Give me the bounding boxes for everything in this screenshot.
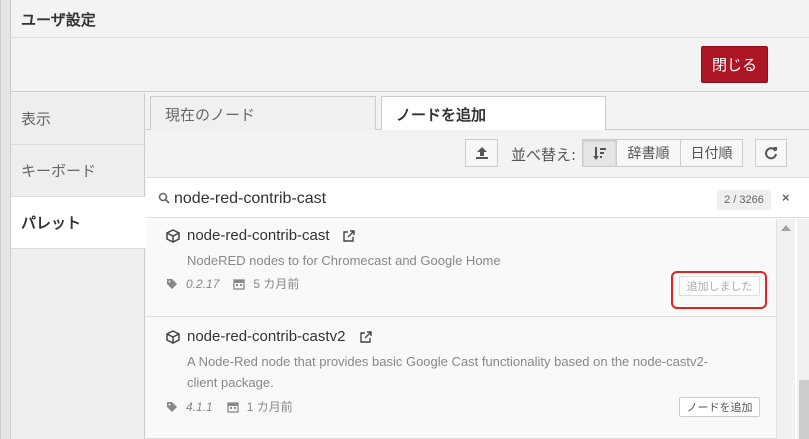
sidebar-item-view[interactable]: 表示 (11, 93, 145, 145)
package-icon (166, 229, 180, 243)
scroll-up-arrow-icon[interactable] (781, 225, 791, 231)
sidebar-item-label: パレット (21, 214, 82, 232)
list-item: node-red-contrib-cast NodeRED nodes to f… (146, 219, 776, 317)
sidebar-item-keyboard[interactable]: キーボード (11, 145, 145, 197)
close-button[interactable]: 閉じる (701, 46, 768, 83)
sort-label: 並べ替え: (511, 146, 577, 164)
results-scrollbar[interactable] (776, 219, 795, 439)
dialog-titlebar: ユーザ設定 (11, 0, 809, 38)
external-link-icon[interactable] (343, 230, 355, 242)
search-result-count: 2 / 3266 (717, 190, 771, 210)
node-description-cont: client package. (187, 375, 274, 390)
node-description: NodeRED nodes to for Chromecast and Goog… (187, 253, 501, 268)
upload-icon (475, 147, 488, 159)
tab-label: ノードを追加 (396, 105, 487, 124)
node-name: node-red-contrib-castv2 (187, 328, 346, 345)
sidebar-item-label: 表示 (21, 110, 52, 128)
sort-date-label: 日付順 (690, 146, 733, 162)
dialog-title: ユーザ設定 (21, 12, 96, 29)
tab-current-nodes[interactable]: 現在のノード (150, 96, 376, 131)
node-meta: 4.1.1 1 カ月前 (166, 398, 293, 415)
palette-toolbar: 並べ替え: 辞書順 日付順 (146, 130, 809, 178)
sort-relevance-icon (592, 147, 606, 160)
tag-icon (167, 278, 177, 289)
sort-alpha-button[interactable]: 辞書順 (616, 139, 681, 167)
sort-relevance-button[interactable] (582, 139, 617, 167)
palette-content: 現在のノード ノードを追加 並べ替え: 辞書順 日付順 node-red-con… (146, 93, 809, 439)
installed-button[interactable]: 追加しました (679, 276, 760, 296)
search-row: 2 / 3266 × (146, 179, 809, 218)
install-node-button[interactable]: ノードを追加 (679, 397, 760, 417)
palette-tabbar: 現在のノード ノードを追加 (146, 93, 809, 131)
sidebar-item-label: キーボード (21, 162, 97, 180)
calendar-icon (227, 401, 239, 413)
list-item: node-red-contrib-castv2 A Node-Red node … (146, 318, 776, 439)
upload-button[interactable] (465, 139, 498, 167)
package-icon (166, 330, 180, 344)
search-results-list: node-red-contrib-cast NodeRED nodes to f… (146, 219, 776, 439)
refresh-icon (765, 147, 777, 160)
calendar-icon (233, 278, 246, 290)
dialog-button-bar: 閉じる (11, 38, 809, 92)
outer-left-edge (1, 0, 11, 439)
search-icon (158, 192, 170, 204)
clear-search-icon[interactable]: × (782, 190, 792, 206)
search-input[interactable] (174, 188, 714, 210)
node-updated: 5 カ月前 (253, 277, 300, 291)
sort-date-button[interactable]: 日付順 (680, 139, 743, 167)
refresh-button[interactable] (755, 139, 787, 167)
node-version: 4.1.1 (186, 399, 213, 414)
sidebar-item-palette[interactable]: パレット (11, 197, 146, 249)
settings-sidebar: 表示 キーボード パレット (11, 93, 146, 439)
tag-icon (167, 401, 177, 412)
sort-alpha-label: 辞書順 (627, 146, 670, 162)
node-updated: 1 カ月前 (246, 400, 293, 414)
node-meta: 0.2.17 5 カ月前 (166, 275, 299, 292)
node-version: 0.2.17 (186, 276, 220, 291)
external-link-icon[interactable] (360, 331, 372, 343)
user-settings-dialog: ユーザ設定 閉じる 表示 キーボード パレット 現在のノード ノードを追加 並べ… (0, 0, 809, 439)
outer-scrollbar-thumb[interactable] (799, 380, 809, 439)
tab-label: 現在のノード (165, 105, 256, 124)
tab-install[interactable]: ノードを追加 (381, 96, 606, 131)
node-description: A Node-Red node that provides basic Goog… (187, 354, 709, 369)
node-name: node-red-contrib-cast (187, 227, 330, 244)
